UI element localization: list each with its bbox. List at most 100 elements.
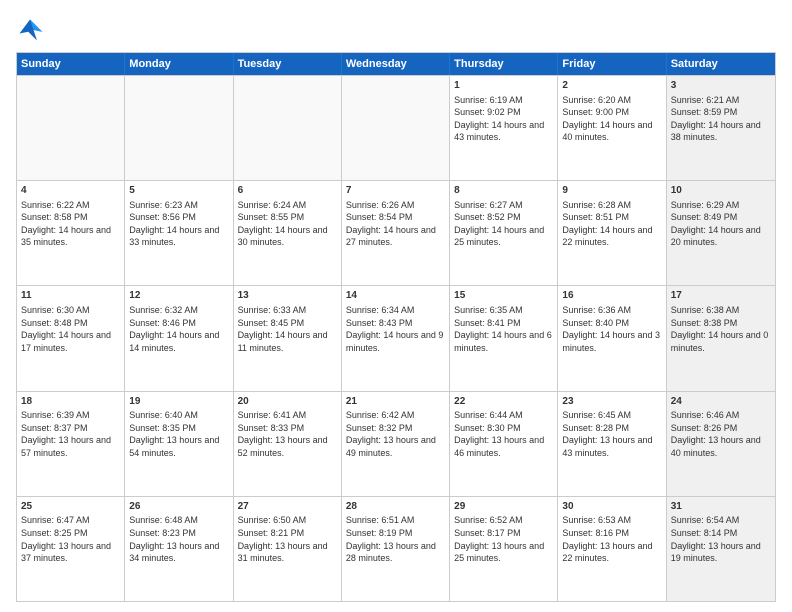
calendar-row: 11Sunrise: 6:30 AMSunset: 8:48 PMDayligh… [17, 285, 775, 390]
calendar-cell: 7Sunrise: 6:26 AMSunset: 8:54 PMDaylight… [342, 181, 450, 285]
logo-icon [16, 16, 44, 44]
calendar: Sunday Monday Tuesday Wednesday Thursday… [16, 52, 776, 602]
day-number: 13 [238, 289, 337, 303]
calendar-cell: 30Sunrise: 6:53 AMSunset: 8:16 PMDayligh… [558, 497, 666, 601]
calendar-cell: 13Sunrise: 6:33 AMSunset: 8:45 PMDayligh… [234, 286, 342, 390]
page: Sunday Monday Tuesday Wednesday Thursday… [0, 0, 792, 612]
day-number: 8 [454, 184, 553, 198]
cell-detail: Sunrise: 6:27 AMSunset: 8:52 PMDaylight:… [454, 199, 553, 249]
cell-detail: Sunrise: 6:45 AMSunset: 8:28 PMDaylight:… [562, 409, 661, 459]
calendar-cell: 2Sunrise: 6:20 AMSunset: 9:00 PMDaylight… [558, 76, 666, 180]
calendar-cell: 27Sunrise: 6:50 AMSunset: 8:21 PMDayligh… [234, 497, 342, 601]
cell-detail: Sunrise: 6:39 AMSunset: 8:37 PMDaylight:… [21, 409, 120, 459]
day-number: 15 [454, 289, 553, 303]
day-number: 29 [454, 500, 553, 514]
cell-detail: Sunrise: 6:53 AMSunset: 8:16 PMDaylight:… [562, 514, 661, 564]
day-number: 26 [129, 500, 228, 514]
calendar-cell: 18Sunrise: 6:39 AMSunset: 8:37 PMDayligh… [17, 392, 125, 496]
day-number: 31 [671, 500, 771, 514]
day-number: 23 [562, 395, 661, 409]
calendar-cell: 11Sunrise: 6:30 AMSunset: 8:48 PMDayligh… [17, 286, 125, 390]
cell-detail: Sunrise: 6:22 AMSunset: 8:58 PMDaylight:… [21, 199, 120, 249]
day-number: 4 [21, 184, 120, 198]
calendar-cell: 12Sunrise: 6:32 AMSunset: 8:46 PMDayligh… [125, 286, 233, 390]
day-number: 16 [562, 289, 661, 303]
calendar-cell: 15Sunrise: 6:35 AMSunset: 8:41 PMDayligh… [450, 286, 558, 390]
cell-detail: Sunrise: 6:36 AMSunset: 8:40 PMDaylight:… [562, 304, 661, 354]
cell-detail: Sunrise: 6:30 AMSunset: 8:48 PMDaylight:… [21, 304, 120, 354]
calendar-cell: 28Sunrise: 6:51 AMSunset: 8:19 PMDayligh… [342, 497, 450, 601]
day-number: 25 [21, 500, 120, 514]
calendar-cell: 29Sunrise: 6:52 AMSunset: 8:17 PMDayligh… [450, 497, 558, 601]
calendar-cell [234, 76, 342, 180]
cell-detail: Sunrise: 6:41 AMSunset: 8:33 PMDaylight:… [238, 409, 337, 459]
day-number: 18 [21, 395, 120, 409]
calendar-cell: 8Sunrise: 6:27 AMSunset: 8:52 PMDaylight… [450, 181, 558, 285]
calendar-cell: 23Sunrise: 6:45 AMSunset: 8:28 PMDayligh… [558, 392, 666, 496]
cell-detail: Sunrise: 6:50 AMSunset: 8:21 PMDaylight:… [238, 514, 337, 564]
day-number: 5 [129, 184, 228, 198]
day-number: 12 [129, 289, 228, 303]
day-number: 27 [238, 500, 337, 514]
calendar-row: 25Sunrise: 6:47 AMSunset: 8:25 PMDayligh… [17, 496, 775, 601]
col-friday: Friday [558, 53, 666, 75]
cell-detail: Sunrise: 6:28 AMSunset: 8:51 PMDaylight:… [562, 199, 661, 249]
day-number: 21 [346, 395, 445, 409]
day-number: 22 [454, 395, 553, 409]
calendar-cell: 19Sunrise: 6:40 AMSunset: 8:35 PMDayligh… [125, 392, 233, 496]
col-sunday: Sunday [17, 53, 125, 75]
cell-detail: Sunrise: 6:24 AMSunset: 8:55 PMDaylight:… [238, 199, 337, 249]
day-number: 30 [562, 500, 661, 514]
day-number: 7 [346, 184, 445, 198]
day-number: 1 [454, 79, 553, 93]
cell-detail: Sunrise: 6:47 AMSunset: 8:25 PMDaylight:… [21, 514, 120, 564]
day-number: 28 [346, 500, 445, 514]
cell-detail: Sunrise: 6:46 AMSunset: 8:26 PMDaylight:… [671, 409, 771, 459]
calendar-cell: 1Sunrise: 6:19 AMSunset: 9:02 PMDaylight… [450, 76, 558, 180]
cell-detail: Sunrise: 6:34 AMSunset: 8:43 PMDaylight:… [346, 304, 445, 354]
calendar-cell: 9Sunrise: 6:28 AMSunset: 8:51 PMDaylight… [558, 181, 666, 285]
cell-detail: Sunrise: 6:29 AMSunset: 8:49 PMDaylight:… [671, 199, 771, 249]
cell-detail: Sunrise: 6:52 AMSunset: 8:17 PMDaylight:… [454, 514, 553, 564]
calendar-cell [125, 76, 233, 180]
day-number: 6 [238, 184, 337, 198]
cell-detail: Sunrise: 6:40 AMSunset: 8:35 PMDaylight:… [129, 409, 228, 459]
calendar-cell: 5Sunrise: 6:23 AMSunset: 8:56 PMDaylight… [125, 181, 233, 285]
col-wednesday: Wednesday [342, 53, 450, 75]
calendar-row: 18Sunrise: 6:39 AMSunset: 8:37 PMDayligh… [17, 391, 775, 496]
calendar-body: 1Sunrise: 6:19 AMSunset: 9:02 PMDaylight… [17, 75, 775, 601]
calendar-cell: 3Sunrise: 6:21 AMSunset: 8:59 PMDaylight… [667, 76, 775, 180]
calendar-cell: 16Sunrise: 6:36 AMSunset: 8:40 PMDayligh… [558, 286, 666, 390]
calendar-cell: 21Sunrise: 6:42 AMSunset: 8:32 PMDayligh… [342, 392, 450, 496]
calendar-cell: 24Sunrise: 6:46 AMSunset: 8:26 PMDayligh… [667, 392, 775, 496]
cell-detail: Sunrise: 6:35 AMSunset: 8:41 PMDaylight:… [454, 304, 553, 354]
cell-detail: Sunrise: 6:51 AMSunset: 8:19 PMDaylight:… [346, 514, 445, 564]
calendar-cell [342, 76, 450, 180]
day-number: 17 [671, 289, 771, 303]
cell-detail: Sunrise: 6:19 AMSunset: 9:02 PMDaylight:… [454, 94, 553, 144]
calendar-cell: 17Sunrise: 6:38 AMSunset: 8:38 PMDayligh… [667, 286, 775, 390]
day-number: 11 [21, 289, 120, 303]
day-number: 9 [562, 184, 661, 198]
cell-detail: Sunrise: 6:42 AMSunset: 8:32 PMDaylight:… [346, 409, 445, 459]
cell-detail: Sunrise: 6:54 AMSunset: 8:14 PMDaylight:… [671, 514, 771, 564]
calendar-row: 4Sunrise: 6:22 AMSunset: 8:58 PMDaylight… [17, 180, 775, 285]
col-tuesday: Tuesday [234, 53, 342, 75]
day-number: 2 [562, 79, 661, 93]
calendar-header: Sunday Monday Tuesday Wednesday Thursday… [17, 53, 775, 75]
day-number: 14 [346, 289, 445, 303]
day-number: 20 [238, 395, 337, 409]
day-number: 3 [671, 79, 771, 93]
col-saturday: Saturday [667, 53, 775, 75]
calendar-cell: 20Sunrise: 6:41 AMSunset: 8:33 PMDayligh… [234, 392, 342, 496]
logo [16, 16, 48, 44]
calendar-cell: 26Sunrise: 6:48 AMSunset: 8:23 PMDayligh… [125, 497, 233, 601]
cell-detail: Sunrise: 6:20 AMSunset: 9:00 PMDaylight:… [562, 94, 661, 144]
calendar-cell: 6Sunrise: 6:24 AMSunset: 8:55 PMDaylight… [234, 181, 342, 285]
calendar-row: 1Sunrise: 6:19 AMSunset: 9:02 PMDaylight… [17, 75, 775, 180]
calendar-cell: 31Sunrise: 6:54 AMSunset: 8:14 PMDayligh… [667, 497, 775, 601]
cell-detail: Sunrise: 6:26 AMSunset: 8:54 PMDaylight:… [346, 199, 445, 249]
col-monday: Monday [125, 53, 233, 75]
header [16, 16, 776, 44]
cell-detail: Sunrise: 6:38 AMSunset: 8:38 PMDaylight:… [671, 304, 771, 354]
